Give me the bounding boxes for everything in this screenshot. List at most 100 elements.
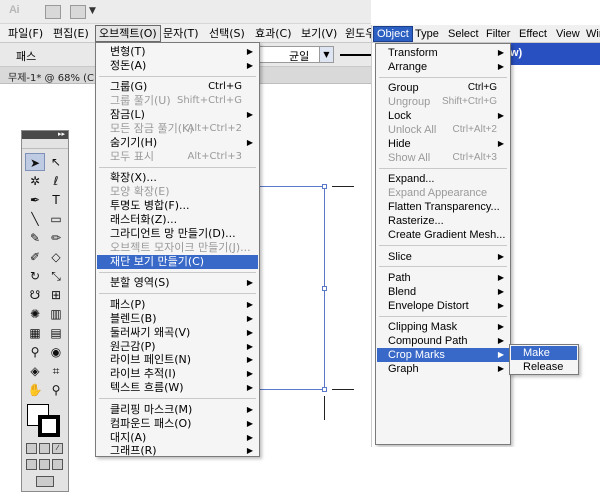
- symbol-sprayer-tool-icon[interactable]: ✺: [25, 305, 45, 323]
- menu-view[interactable]: View: [553, 27, 583, 41]
- chevron-down-icon[interactable]: ▼: [89, 6, 96, 16]
- lasso-tool-icon[interactable]: ℓ: [46, 172, 66, 190]
- menu-type[interactable]: Type: [412, 27, 442, 41]
- menu-effect[interactable]: 효과(C): [252, 26, 295, 41]
- scale-tool-icon[interactable]: ⤡: [46, 267, 66, 285]
- menu-item-rasterize[interactable]: Rasterize...: [377, 214, 509, 228]
- menu-item-expand[interactable]: Expand...: [377, 172, 509, 186]
- anchor-point[interactable]: [322, 286, 327, 291]
- color-mode-icon[interactable]: [26, 443, 37, 454]
- menu-item-arrange[interactable]: Arrange ▶: [377, 60, 509, 74]
- column-graph-tool-icon[interactable]: ▥: [46, 305, 66, 323]
- menu-item-lock[interactable]: Lock ▶: [377, 109, 509, 123]
- menu-item-블렌드[interactable]: 블렌드(B) ▶: [97, 312, 258, 326]
- menu-item-라이브-추적[interactable]: 라이브 추적(I) ▶: [97, 367, 258, 381]
- gradient-mode-icon[interactable]: [39, 443, 50, 454]
- brush-preview[interactable]: [340, 54, 371, 56]
- draw-behind-icon[interactable]: [39, 459, 50, 470]
- menu-item-그라디언트-망-만들기[interactable]: 그라디언트 망 만들기(D)...: [97, 227, 258, 241]
- paintbrush-tool-icon[interactable]: ✎: [25, 229, 45, 247]
- stroke-profile-select[interactable]: 균일 ▼: [258, 46, 334, 63]
- menu-item-transform[interactable]: Transform ▶: [377, 46, 509, 60]
- menu-item-crop-marks[interactable]: Crop Marks ▶: [377, 348, 509, 363]
- chevron-down-icon[interactable]: ▼: [319, 47, 333, 62]
- menu-select[interactable]: Select: [445, 27, 482, 41]
- menu-item-create-gradient-mesh[interactable]: Create Gradient Mesh...: [377, 228, 509, 242]
- menu-select[interactable]: 선택(S): [206, 26, 248, 41]
- menu-item-slice[interactable]: Slice ▶: [377, 250, 509, 264]
- zoom-tool-icon[interactable]: ⚲: [46, 381, 66, 399]
- pen-tool-icon[interactable]: ✒: [25, 191, 45, 209]
- eraser-tool-icon[interactable]: ◇: [46, 248, 66, 266]
- menu-item-라이브-페인트[interactable]: 라이브 페인트(N) ▶: [97, 353, 258, 367]
- anchor-point[interactable]: [322, 184, 327, 189]
- menu-item-blend[interactable]: Blend ▶: [377, 285, 509, 299]
- warp-tool-icon[interactable]: ☋: [25, 286, 45, 304]
- menu-item-확장[interactable]: 확장(X)...: [97, 171, 258, 185]
- arrange-documents-icon[interactable]: [70, 5, 86, 19]
- menu-item-compound-path[interactable]: Compound Path ▶: [377, 334, 509, 348]
- blend-tool-icon[interactable]: ◉: [46, 343, 66, 361]
- menu-edit[interactable]: 편집(E): [50, 26, 92, 41]
- stroke-swatch[interactable]: [38, 415, 60, 437]
- menu-effect[interactable]: Effect: [516, 27, 550, 41]
- tools-panel-header[interactable]: ▸▸: [22, 130, 68, 139]
- menu-item-클리핑-마스크[interactable]: 클리핑 마스크(M) ▶: [97, 403, 258, 417]
- menu-item-make[interactable]: Make: [511, 346, 577, 360]
- menu-item-컴파운드-패스[interactable]: 컴파운드 패스(O) ▶: [97, 417, 258, 431]
- menu-item-래스터화[interactable]: 래스터화(Z)...: [97, 213, 258, 227]
- menu-object[interactable]: 오브젝트(O): [95, 25, 161, 42]
- menu-item-정돈[interactable]: 정돈(A) ▶: [97, 59, 258, 73]
- menu-file[interactable]: 파일(F): [5, 26, 46, 41]
- menu-item-clipping-mask[interactable]: Clipping Mask ▶: [377, 320, 509, 334]
- menu-item-숨기기[interactable]: 숨기기(H) ▶: [97, 136, 258, 150]
- menu-item-그래프[interactable]: 그래프(R) ▶: [97, 444, 258, 458]
- menu-item-재단-보기-만들기[interactable]: 재단 보기 만들기(C): [97, 254, 258, 269]
- menu-item-release[interactable]: Release: [511, 360, 577, 374]
- menu-item-envelope-distort[interactable]: Envelope Distort ▶: [377, 299, 509, 313]
- menu-item-둘러싸기-왜곡[interactable]: 둘러싸기 왜곡(V) ▶: [97, 326, 258, 340]
- selection-tool-icon[interactable]: ➤: [25, 153, 45, 171]
- rectangle-tool-icon[interactable]: ▭: [46, 210, 66, 228]
- anchor-point[interactable]: [322, 387, 327, 392]
- gradient-tool-icon[interactable]: ▤: [46, 324, 66, 342]
- menu-type[interactable]: 문자(T): [160, 26, 202, 41]
- draw-normal-icon[interactable]: [26, 459, 37, 470]
- menu-item-투명도-병합[interactable]: 투명도 병합(F)...: [97, 199, 258, 213]
- rotate-tool-icon[interactable]: ↻: [25, 267, 45, 285]
- direct-selection-tool-icon[interactable]: ↖: [46, 153, 66, 171]
- menu-item-그룹[interactable]: 그룹(G) Ctrl+G: [97, 80, 258, 94]
- live-paint-tool-icon[interactable]: ◈: [25, 362, 45, 380]
- crop-area-tool-icon[interactable]: ⌗: [46, 362, 66, 380]
- none-mode-icon[interactable]: ⁄: [52, 443, 63, 454]
- tools-panel-grip[interactable]: [22, 139, 68, 149]
- menu-item-분할-영역[interactable]: 분할 영역(S) ▶: [97, 276, 258, 290]
- menu-item-패스[interactable]: 패스(P) ▶: [97, 298, 258, 312]
- line-tool-icon[interactable]: ╲: [25, 210, 45, 228]
- menu-view[interactable]: 보기(V): [298, 26, 340, 41]
- hand-tool-icon[interactable]: ✋: [25, 381, 45, 399]
- menu-item-텍스트-흐름[interactable]: 텍스트 흐름(W) ▶: [97, 381, 258, 395]
- menu-item-group[interactable]: Group Ctrl+G: [377, 81, 509, 95]
- pencil-tool-icon[interactable]: ✏: [46, 229, 66, 247]
- menu-item-잠금[interactable]: 잠금(L) ▶: [97, 108, 258, 122]
- menu-item-path[interactable]: Path ▶: [377, 271, 509, 285]
- free-transform-tool-icon[interactable]: ⊞: [46, 286, 66, 304]
- menu-window[interactable]: 윈도우: [342, 26, 371, 41]
- collapse-icon[interactable]: ▸▸: [58, 130, 65, 138]
- menu-item-hide[interactable]: Hide ▶: [377, 137, 509, 151]
- blob-brush-tool-icon[interactable]: ✐: [25, 248, 45, 266]
- menu-filter[interactable]: Filter: [483, 27, 513, 41]
- menu-item-flatten-transparency[interactable]: Flatten Transparency...: [377, 200, 509, 214]
- menu-item-변형[interactable]: 변형(T) ▶: [97, 45, 258, 59]
- menu-item-graph[interactable]: Graph ▶: [377, 362, 509, 376]
- menu-object[interactable]: Object: [373, 26, 413, 42]
- eyedropper-tool-icon[interactable]: ⚲: [25, 343, 45, 361]
- menu-window[interactable]: Win: [583, 27, 600, 41]
- mesh-tool-icon[interactable]: ▦: [25, 324, 45, 342]
- menu-item-원근감[interactable]: 원근감(P) ▶: [97, 340, 258, 354]
- bridge-icon[interactable]: [45, 5, 61, 19]
- screen-mode-icon[interactable]: [36, 476, 54, 487]
- menu-item-대지[interactable]: 대지(A) ▶: [97, 431, 258, 445]
- type-tool-icon[interactable]: T: [46, 191, 66, 209]
